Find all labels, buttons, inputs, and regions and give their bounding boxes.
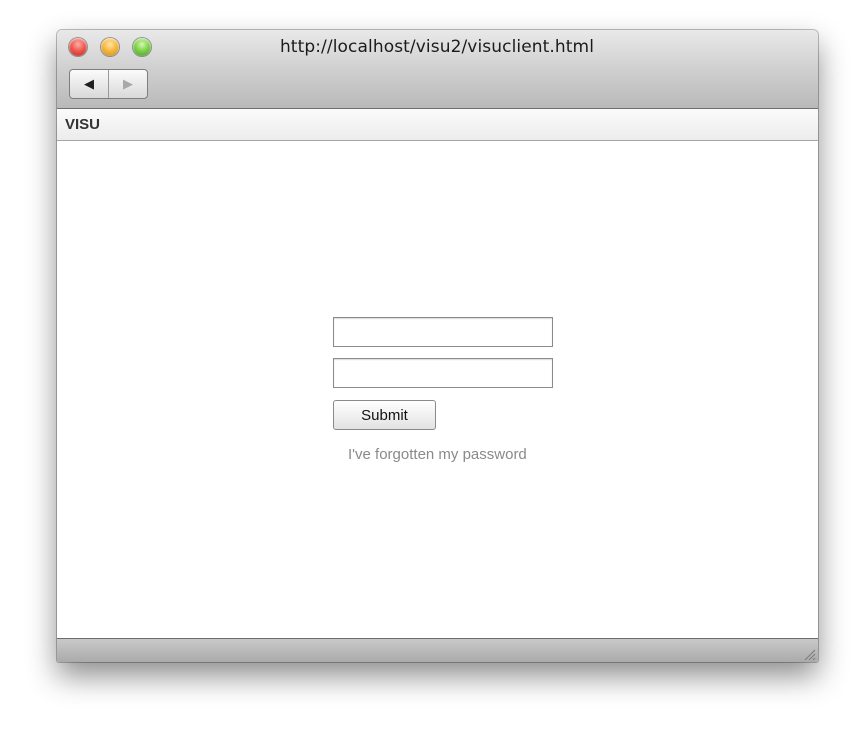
browser-window: http://localhost/visu2/visuclient.html ◀… xyxy=(57,30,818,662)
forgot-password-link[interactable]: I've forgotten my password xyxy=(348,446,527,463)
resize-grip-icon[interactable] xyxy=(802,647,816,661)
minimize-window-icon[interactable] xyxy=(101,38,119,56)
username-input[interactable] xyxy=(333,317,553,347)
window-title-url: http://localhost/visu2/visuclient.html xyxy=(279,37,595,57)
app-title: VISU xyxy=(65,116,101,133)
back-arrow-icon: ◀ xyxy=(84,76,94,91)
forward-button[interactable]: ▶ xyxy=(109,70,147,98)
submit-button[interactable]: Submit xyxy=(333,400,436,430)
status-bar xyxy=(57,638,818,662)
close-window-icon[interactable] xyxy=(69,38,87,56)
navigation-buttons: ◀ ▶ xyxy=(69,69,148,99)
back-button[interactable]: ◀ xyxy=(70,70,109,98)
app-header: VISU xyxy=(57,109,818,141)
password-input[interactable] xyxy=(333,358,553,388)
title-bar: http://localhost/visu2/visuclient.html ◀… xyxy=(57,30,818,109)
login-page: Submit I've forgotten my password xyxy=(57,141,818,638)
forward-arrow-icon: ▶ xyxy=(123,76,133,91)
zoom-window-icon[interactable] xyxy=(133,38,151,56)
